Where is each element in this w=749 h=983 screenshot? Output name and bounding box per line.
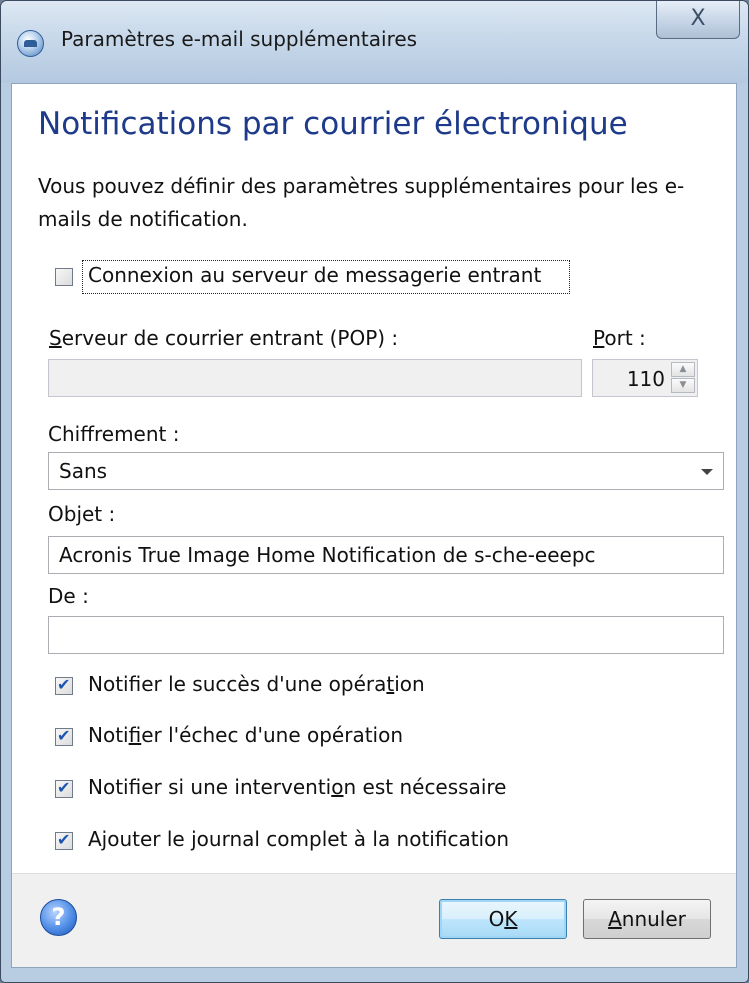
- ok-button[interactable]: OK: [439, 899, 567, 939]
- page-title: Notifications par courrier électronique: [38, 106, 628, 142]
- window-title: Paramètres e-mail supplémentaires: [61, 27, 418, 51]
- close-button[interactable]: X: [656, 1, 740, 39]
- subject-input[interactable]: Acronis True Image Home Notification de …: [48, 536, 724, 574]
- notify-success-text-a: Notifier le succès d'une opéra: [88, 672, 387, 696]
- ok-accelerator: K: [504, 907, 518, 931]
- subject-label: Objet :: [48, 502, 116, 526]
- notify-success-label[interactable]: Notifier le succès d'une opération: [88, 672, 425, 696]
- add-log-checkbox[interactable]: [55, 830, 73, 850]
- port-spinner[interactable]: 110 ▲ ▼: [592, 359, 698, 397]
- notify-failure-label[interactable]: Notifier l'échec d'une opération: [88, 723, 403, 747]
- chevron-down-icon: [701, 469, 713, 475]
- notify-failure-checkbox[interactable]: [55, 726, 73, 746]
- port-up-button[interactable]: ▲: [671, 362, 695, 377]
- incoming-login-label[interactable]: Connexion au serveur de messagerie entra…: [88, 263, 541, 287]
- app-icon: [17, 30, 44, 57]
- notify-intervention-text-a: Notifier si une interventi: [88, 775, 332, 799]
- encryption-label: Chiffrement :: [48, 422, 180, 446]
- notify-intervention-label[interactable]: Notifier si une intervention est nécessa…: [88, 775, 506, 799]
- from-label: De :: [48, 584, 89, 608]
- notify-intervention-checkbox[interactable]: [55, 778, 73, 798]
- dialog-window: Paramètres e-mail supplémentaires X Noti…: [0, 0, 749, 983]
- port-label-text: ort :: [604, 326, 646, 350]
- cancel-button[interactable]: Annuler: [583, 899, 711, 939]
- add-log-label[interactable]: Ajouter le journal complet à la notifica…: [88, 827, 509, 851]
- help-icon[interactable]: ?: [40, 899, 77, 936]
- notify-intervention-accelerator: o: [331, 775, 344, 799]
- pop-server-label-text: erveur de courrier entrant (POP) :: [61, 326, 399, 350]
- dialog-content: Notifications par courrier électronique …: [11, 83, 737, 968]
- add-log-text-b: ournal complet à la notification: [196, 827, 510, 851]
- notify-success-checkbox[interactable]: [55, 675, 73, 695]
- title-bar[interactable]: Paramètres e-mail supplémentaires X: [1, 1, 748, 83]
- notify-failure-accelerator: f: [128, 723, 142, 747]
- encryption-select[interactable]: Sans: [48, 452, 724, 490]
- notify-failure-text-a: Noti: [88, 723, 129, 747]
- notify-success-text-b: ion: [394, 672, 425, 696]
- notify-failure-text-b: ier l'échec d'une opération: [141, 723, 404, 747]
- pop-server-label: Serveur de courrier entrant (POP) :: [49, 326, 398, 350]
- add-log-text-a: Ajouter le: [88, 827, 192, 851]
- close-icon: X: [690, 6, 706, 31]
- incoming-login-checkbox[interactable]: [55, 268, 73, 286]
- pop-server-input[interactable]: [48, 359, 582, 397]
- port-label: Port :: [593, 326, 646, 350]
- port-down-button[interactable]: ▼: [671, 378, 695, 393]
- cancel-label-rest: nnuler: [621, 907, 686, 931]
- from-input[interactable]: [48, 616, 724, 654]
- port-accelerator: P: [593, 326, 605, 350]
- description-text: Vous pouvez définir des paramètres suppl…: [38, 174, 685, 231]
- port-value: 110: [626, 367, 665, 391]
- encryption-value: Sans: [59, 459, 108, 483]
- pop-server-accelerator: S: [49, 326, 62, 350]
- cancel-accelerator: A: [608, 907, 622, 931]
- notify-intervention-text-b: n est nécessaire: [343, 775, 507, 799]
- dialog-footer: ? OK Annuler: [12, 873, 736, 967]
- ok-label-a: O: [488, 907, 505, 931]
